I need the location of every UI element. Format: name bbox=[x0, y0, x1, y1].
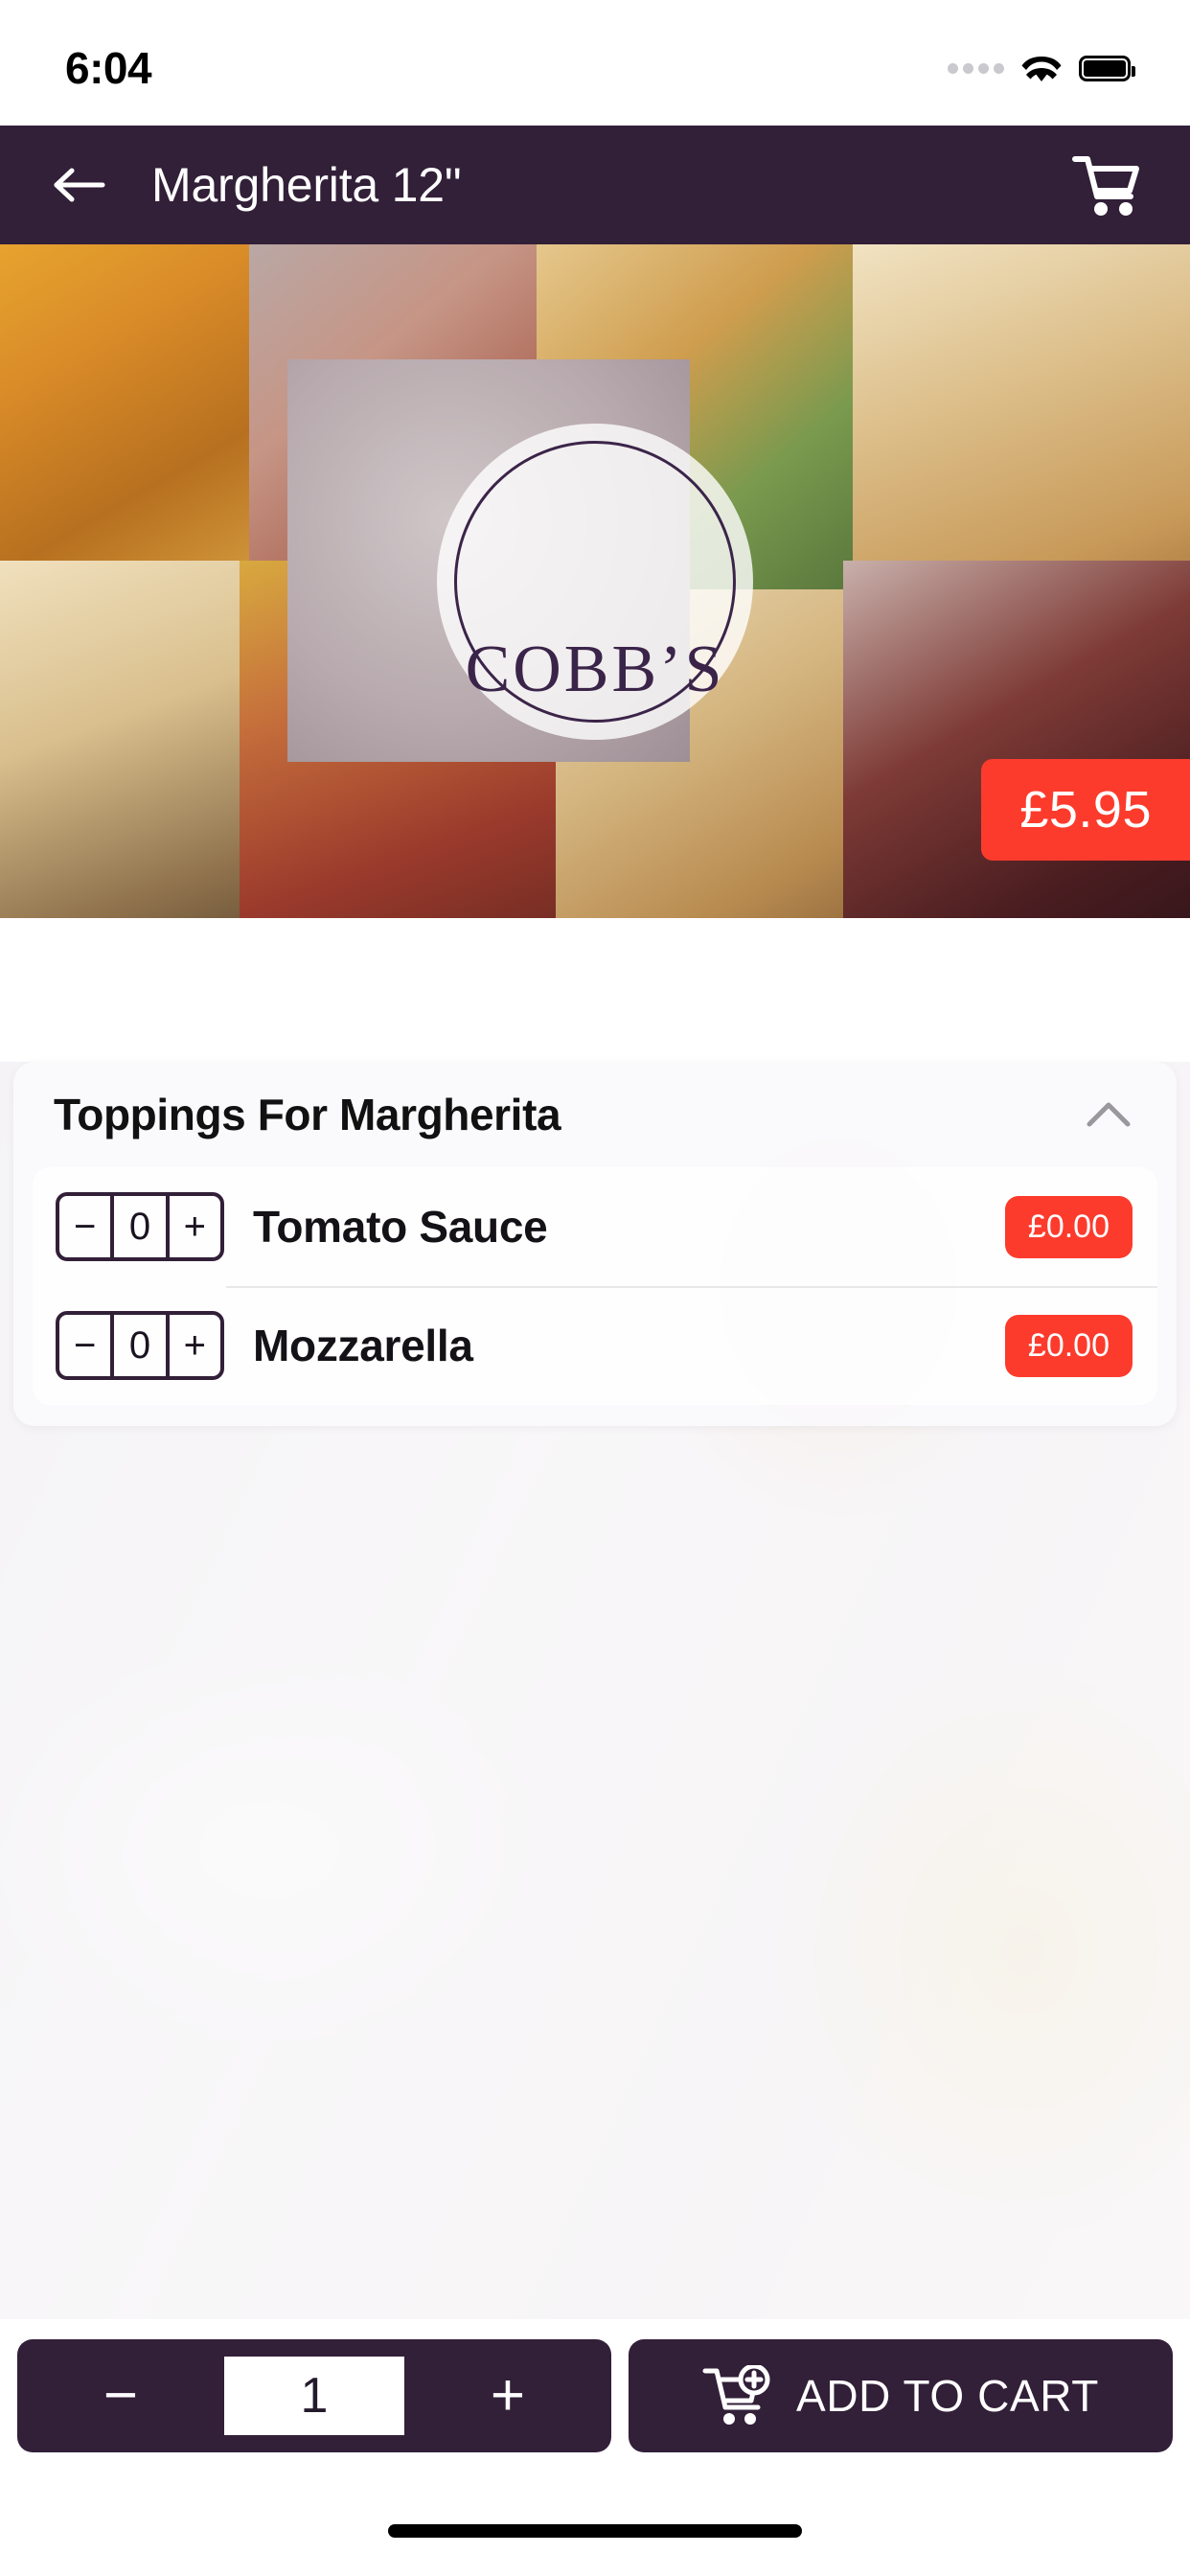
add-to-cart-button[interactable]: ADD TO CART bbox=[629, 2339, 1173, 2452]
shopping-cart-icon bbox=[1072, 156, 1139, 216]
toppings-title: Toppings For Margherita bbox=[54, 1090, 561, 1139]
signal-dots-icon bbox=[948, 63, 1004, 74]
app-screen: 6:04 Margherita 12" COBB’S £5.95 Topping… bbox=[0, 0, 1190, 2576]
price-badge: £5.95 bbox=[981, 759, 1190, 861]
logo-text: COBB’S bbox=[465, 632, 725, 706]
decrement-button[interactable]: − bbox=[59, 1196, 110, 1257]
navigation-bar: Margherita 12" bbox=[0, 126, 1190, 244]
status-bar: 6:04 bbox=[0, 0, 1190, 126]
quantity-value: 0 bbox=[110, 1196, 170, 1257]
hero-image: COBB’S £5.95 bbox=[0, 244, 1190, 918]
decrement-button[interactable]: − bbox=[59, 1315, 110, 1376]
increment-button[interactable]: + bbox=[170, 1196, 220, 1257]
status-indicators bbox=[948, 55, 1135, 83]
topping-row: − 0 + Tomato Sauce £0.00 bbox=[33, 1167, 1157, 1286]
arrow-left-icon bbox=[54, 168, 105, 202]
order-increment-button[interactable]: + bbox=[404, 2339, 611, 2452]
home-indicator bbox=[388, 2524, 802, 2538]
quantity-stepper[interactable]: − 0 + bbox=[56, 1311, 224, 1380]
wifi-icon bbox=[1021, 55, 1062, 83]
order-quantity-stepper[interactable]: − 1 + bbox=[17, 2339, 611, 2452]
brand-logo: COBB’S bbox=[437, 424, 753, 740]
battery-full-icon bbox=[1079, 56, 1135, 81]
hero-spacer bbox=[0, 918, 1190, 1062]
topping-price-badge: £0.00 bbox=[1004, 1314, 1133, 1377]
topping-list: − 0 + Tomato Sauce £0.00 − 0 + Mozzarell… bbox=[33, 1167, 1157, 1405]
back-button[interactable] bbox=[46, 151, 113, 218]
page-title: Margherita 12" bbox=[151, 158, 462, 212]
collapse-toggle[interactable] bbox=[1083, 1095, 1134, 1134]
quantity-stepper[interactable]: − 0 + bbox=[56, 1192, 224, 1261]
cart-button[interactable] bbox=[1069, 148, 1144, 222]
topping-price-badge: £0.00 bbox=[1004, 1195, 1133, 1258]
topping-name: Tomato Sauce bbox=[253, 1202, 548, 1252]
topping-row: − 0 + Mozzarella £0.00 bbox=[33, 1286, 1157, 1405]
toppings-header[interactable]: Toppings For Margherita bbox=[13, 1062, 1177, 1167]
add-to-cart-label: ADD TO CART bbox=[796, 2371, 1099, 2421]
toppings-section: Toppings For Margherita − 0 + Tomato Sau… bbox=[13, 1062, 1177, 1426]
status-time: 6:04 bbox=[65, 42, 152, 93]
chevron-up-icon bbox=[1087, 1102, 1131, 1127]
order-decrement-button[interactable]: − bbox=[17, 2339, 224, 2452]
bottom-action-bar: − 1 + ADD TO CART bbox=[0, 2319, 1190, 2472]
increment-button[interactable]: + bbox=[170, 1315, 220, 1376]
quantity-value: 0 bbox=[110, 1315, 170, 1376]
cart-plus-icon bbox=[702, 2365, 770, 2425]
topping-name: Mozzarella bbox=[253, 1321, 473, 1370]
order-quantity-value: 1 bbox=[224, 2357, 404, 2435]
